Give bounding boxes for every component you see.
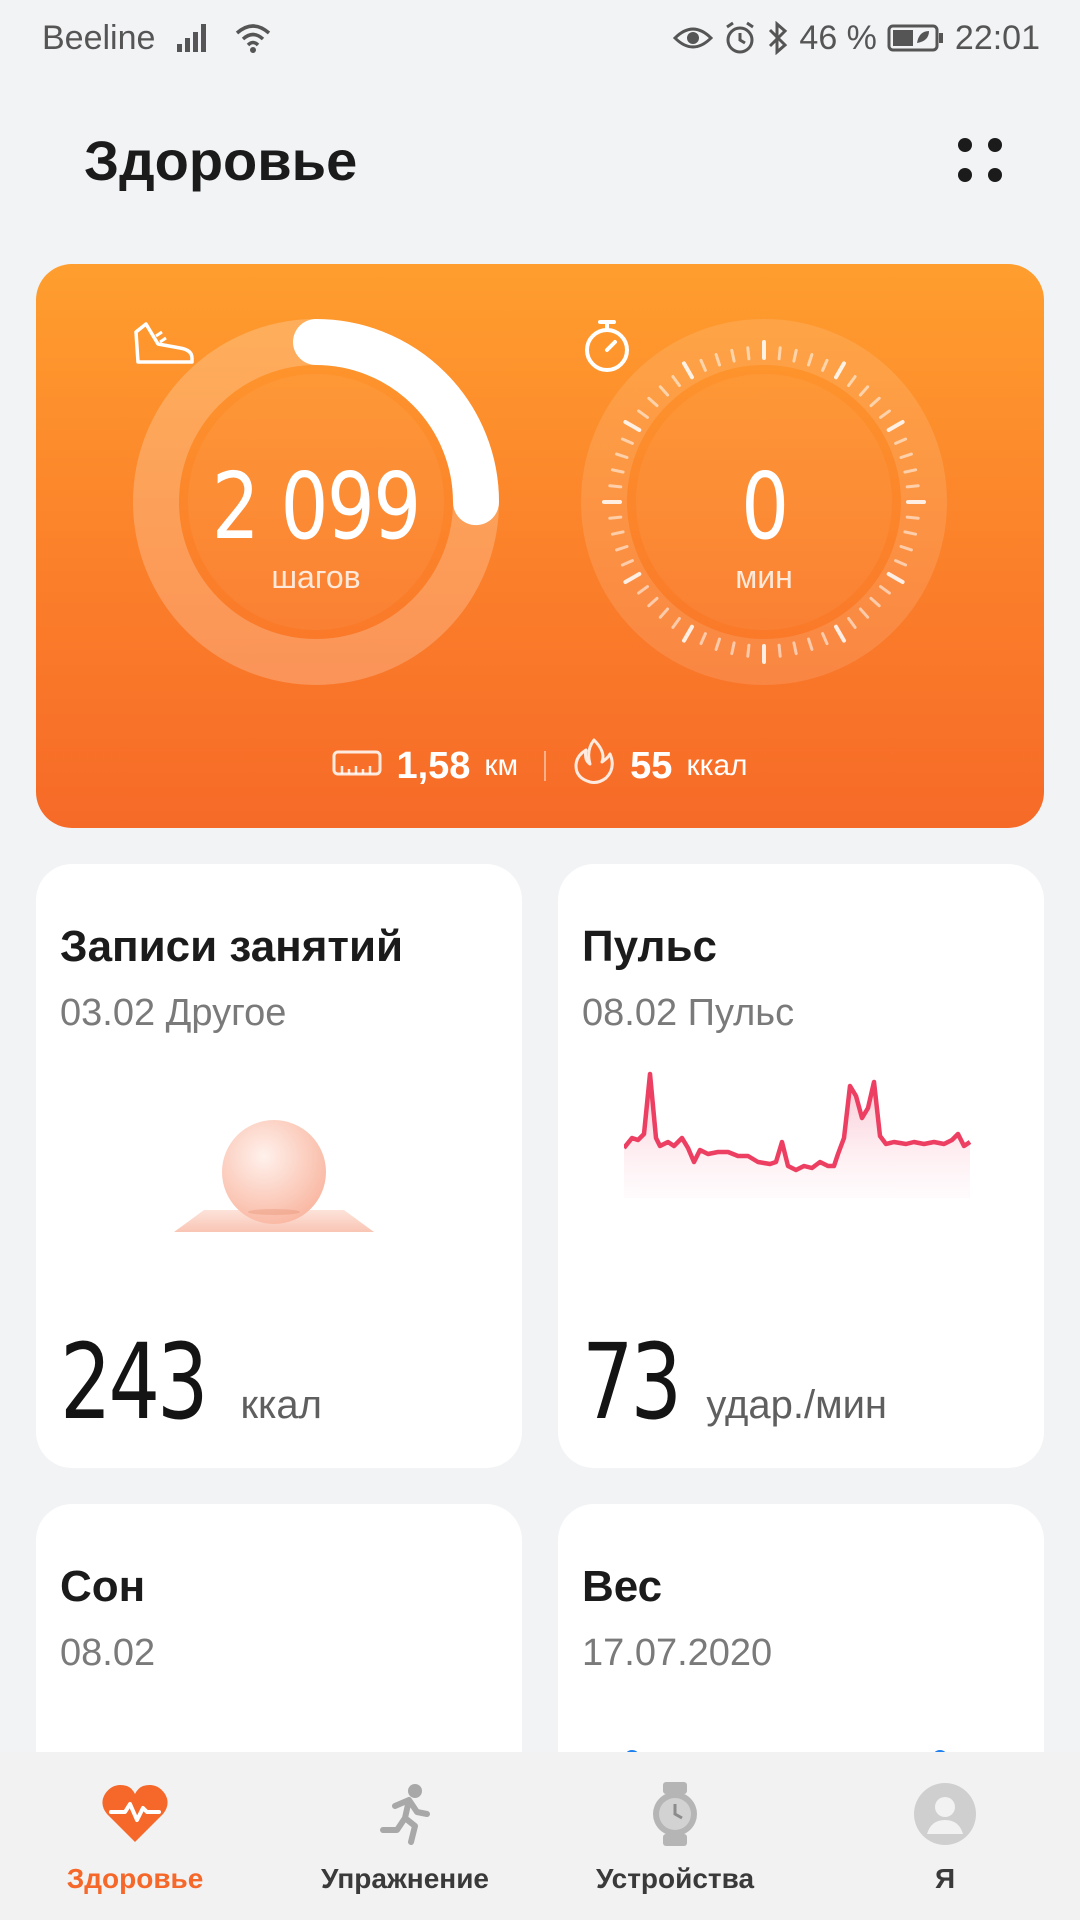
clock-time: 22:01 — [954, 18, 1040, 57]
steps-value: 2 099 — [212, 452, 421, 560]
distance-stat: 1,58 км — [332, 745, 518, 788]
calories-burned-unit: ккал — [240, 1383, 322, 1427]
calories-value: 55 — [630, 744, 673, 787]
card-subtitle: 17.07.2020 — [582, 1632, 773, 1674]
nav-item-exercise[interactable]: Упражнение — [270, 1752, 540, 1920]
card-subtitle: 08.02 Пульс — [582, 992, 795, 1034]
nav-label: Я — [934, 1863, 956, 1894]
profile-icon — [913, 1782, 977, 1851]
flame-icon — [572, 738, 616, 794]
active-minutes-value: 0 — [740, 452, 789, 560]
card-title: Вес — [582, 1562, 663, 1611]
status-bar: Beeline 46 % 22:01 — [0, 0, 1080, 76]
more-menu-button[interactable] — [950, 130, 1010, 190]
bluetooth-icon — [767, 21, 789, 55]
dot-icon — [958, 138, 972, 152]
steps-ring[interactable]: 2 099 шагов — [132, 318, 500, 686]
heart-pulse-icon — [99, 1782, 171, 1851]
workout-records-card[interactable]: Записи занятий 03.02 Другое 243 ккал — [36, 864, 522, 1468]
workout-ball-illustration — [174, 1120, 374, 1232]
heart-rate-unit: удар./мин — [706, 1383, 888, 1427]
app-header: Здоровье — [0, 110, 1080, 210]
nav-label: Устройства — [595, 1863, 755, 1894]
heart-rate-value: 73 — [582, 1321, 682, 1443]
distance-value: 1,58 — [396, 744, 471, 787]
card-subtitle: 03.02 Другое — [60, 992, 287, 1034]
calories-unit: ккал — [686, 749, 748, 782]
calories-burned-value: 243 — [60, 1321, 209, 1443]
battery-icon — [887, 23, 945, 53]
nav-item-me[interactable]: Я — [810, 1752, 1080, 1920]
carrier-name: Beeline — [42, 18, 156, 57]
active-minutes-unit: мин — [735, 558, 793, 595]
wifi-icon — [235, 23, 271, 53]
page-title: Здоровье — [84, 128, 358, 192]
watch-icon — [647, 1782, 703, 1851]
heart-rate-sparkline — [624, 1071, 972, 1198]
card-subtitle: 08.02 — [60, 1632, 156, 1674]
dot-icon — [988, 138, 1002, 152]
active-minutes-ring[interactable]: 0 мин — [580, 318, 948, 686]
alarm-icon — [723, 21, 757, 55]
dot-icon — [958, 168, 972, 182]
nav-item-health[interactable]: Здоровье — [0, 1752, 270, 1920]
distance-unit: км — [484, 749, 519, 782]
nav-label: Упражнение — [321, 1863, 489, 1894]
card-title: Сон — [60, 1562, 146, 1611]
card-value: 73 удар./мин — [582, 1330, 887, 1434]
steps-unit: шагов — [271, 558, 361, 595]
stats-divider — [544, 751, 547, 781]
activity-summary-card[interactable]: 2 099 шагов 0 мин 1,58 км 55 ккал — [36, 264, 1044, 828]
card-value: 243 ккал — [60, 1330, 322, 1434]
dot-icon — [988, 168, 1002, 182]
ruler-icon — [332, 745, 382, 788]
card-title: Записи занятий — [60, 922, 404, 971]
calories-stat: 55 ккал — [572, 738, 748, 794]
running-icon — [373, 1782, 437, 1851]
card-title: Пульс — [582, 922, 717, 971]
bottom-navigation: Здоровье Упражнение Устройства Я — [0, 1752, 1080, 1920]
heart-rate-card[interactable]: Пульс 08.02 Пульс 73 удар./мин — [558, 864, 1044, 1468]
eye-comfort-icon — [673, 24, 714, 52]
nav-label: Здоровье — [66, 1863, 204, 1894]
nav-item-devices[interactable]: Устройства — [540, 1752, 810, 1920]
signal-icon — [177, 24, 213, 52]
battery-percent: 46 % — [799, 18, 877, 57]
summary-stats: 1,58 км 55 ккал — [36, 738, 1044, 794]
